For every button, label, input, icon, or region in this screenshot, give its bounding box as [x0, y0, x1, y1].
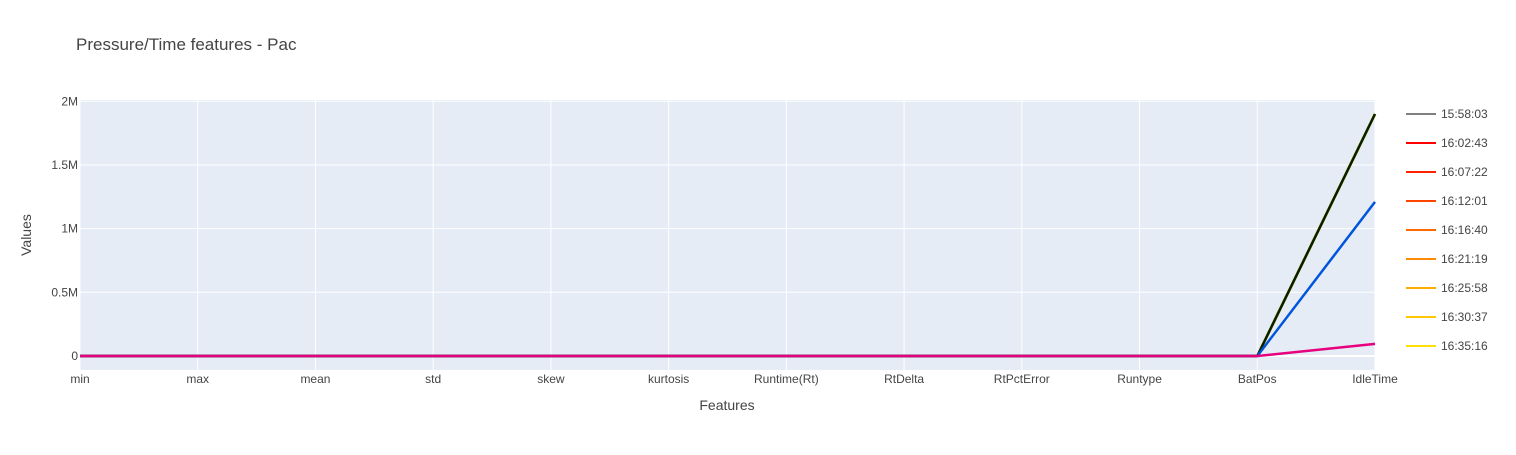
x-tick-label: Runtype: [1117, 372, 1162, 386]
y-tick-label: 1M: [61, 222, 78, 236]
x-tick-label: RtDelta: [884, 372, 924, 386]
y-tick-labels: 0 0.5M 1M 1.5M 2M: [51, 94, 78, 363]
y-tick-label: 0: [71, 349, 78, 363]
x-tick-label: min: [70, 372, 89, 386]
x-tick-label: IdleTime: [1352, 372, 1398, 386]
y-tick-label: 0.5M: [51, 285, 78, 299]
x-tick-label: RtPctError: [994, 372, 1050, 386]
x-tick-label: Runtime(Rt): [754, 372, 819, 386]
y-axis-title: Values: [18, 214, 34, 256]
x-tick-labels: min max mean std skew kurtosis Runtime(Rt) RtDe…: [70, 372, 1398, 386]
y-tick-label: 2M: [61, 94, 78, 108]
legend-label: 16:16:40: [1441, 223, 1488, 237]
legend-label: 16:02:43: [1441, 136, 1488, 150]
legend-label: 16:07:22: [1441, 165, 1488, 179]
x-tick-label: BatPos: [1238, 372, 1277, 386]
legend-label: 16:25:58: [1441, 281, 1488, 295]
chart-svg: Pressure/Time features - Pac 0 0.5M 1M 1.5M…: [18, 35, 1488, 413]
legend-label: 16:35:16: [1441, 339, 1488, 353]
x-axis-title: Features: [699, 397, 754, 413]
x-tick-label: std: [425, 372, 441, 386]
x-tick-label: kurtosis: [648, 372, 689, 386]
legend-label: 16:30:37: [1441, 310, 1488, 324]
legend-label: 16:21:19: [1441, 252, 1488, 266]
chart-figure: Pressure/Time features - Pac 0 0.5M 1M 1.5M…: [0, 0, 1516, 450]
x-tick-label: mean: [300, 372, 330, 386]
plot-background: [80, 100, 1375, 370]
x-tick-label: skew: [537, 372, 565, 386]
y-tick-label: 1.5M: [51, 158, 78, 172]
chart-title: Pressure/Time features - Pac: [76, 35, 297, 54]
legend-label: 16:12:01: [1441, 194, 1488, 208]
x-tick-label: max: [186, 372, 209, 386]
legend: 15:58:03 16:02:43 16:07:22 16:12:01 16:16:40…: [1406, 107, 1488, 353]
legend-label: 15:58:03: [1441, 107, 1488, 121]
